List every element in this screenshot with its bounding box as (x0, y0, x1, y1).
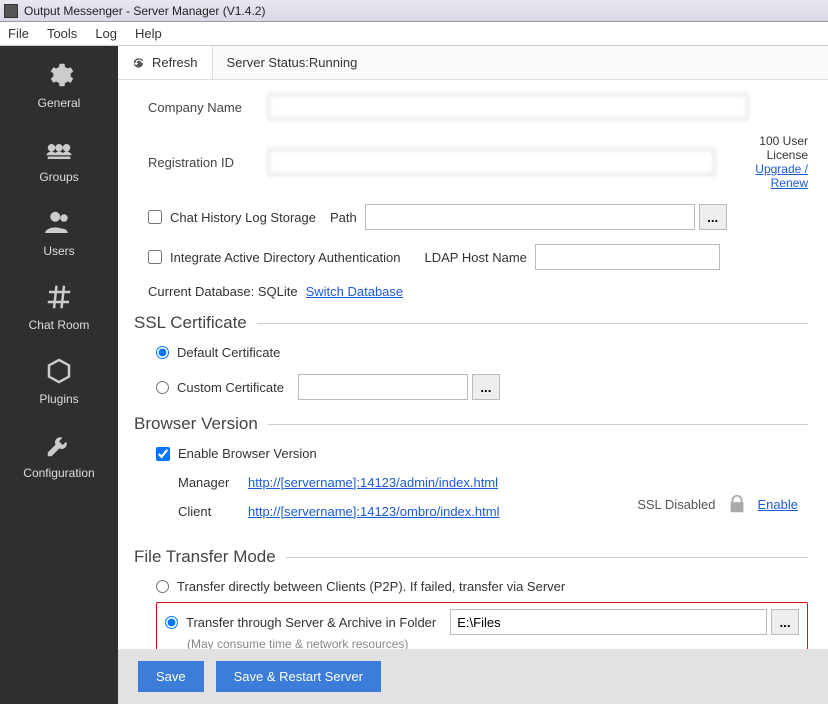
transfer-note: (May consume time & network resources) (187, 637, 799, 649)
divider (268, 424, 808, 425)
transfer-p2p-radio[interactable] (156, 580, 169, 593)
menu-tools[interactable]: Tools (47, 26, 77, 41)
status-value: Running (309, 55, 357, 70)
window-titlebar: Output Messenger - Server Manager (V1.4.… (0, 0, 828, 22)
refresh-button[interactable]: Refresh (118, 46, 213, 79)
sidebar-item-plugins[interactable]: Plugins (0, 342, 118, 416)
license-text: 100 User License (715, 134, 808, 162)
ssl-browse-button[interactable]: ... (472, 374, 500, 400)
adauth-label: Integrate Active Directory Authenticatio… (170, 250, 401, 265)
footer-bar: Save Save & Restart Server (118, 649, 828, 704)
sidebar-item-label: Users (43, 244, 74, 258)
sidebar-item-label: Configuration (23, 466, 94, 480)
client-url-link[interactable]: http://[servername]:14123/ombro/index.ht… (248, 504, 499, 519)
current-db-label: Current Database: SQLite (148, 284, 298, 299)
sidebar-item-label: Chat Room (29, 318, 90, 332)
server-status: Server Status: Running (213, 46, 372, 79)
enable-browser-label: Enable Browser Version (178, 446, 317, 461)
client-label: Client (178, 504, 248, 519)
sidebar-item-label: Plugins (39, 392, 78, 406)
registration-label: Registration ID (148, 155, 268, 170)
sidebar-item-groups[interactable]: Groups (0, 120, 118, 194)
content-pane: Refresh Server Status: Running Company N… (118, 46, 828, 704)
menu-file[interactable]: File (8, 26, 29, 41)
adauth-checkbox[interactable] (148, 250, 162, 264)
window-title: Output Messenger - Server Manager (V1.4.… (24, 4, 265, 18)
transfer-p2p-label: Transfer directly between Clients (P2P).… (177, 579, 565, 594)
sidebar-item-label: Groups (39, 170, 78, 184)
transfer-server-label: Transfer through Server & Archive in Fol… (186, 615, 436, 630)
company-label: Company Name (148, 100, 268, 115)
manager-url-link[interactable]: http://[servername]:14123/admin/index.ht… (248, 475, 498, 490)
content-toolbar: Refresh Server Status: Running (118, 46, 828, 80)
path-label: Path (330, 210, 357, 225)
transfer-browse-button[interactable]: ... (771, 609, 799, 635)
menubar: File Tools Log Help (0, 22, 828, 46)
registration-input[interactable] (268, 149, 715, 175)
lock-icon (726, 491, 748, 517)
chatlog-label: Chat History Log Storage (170, 210, 316, 225)
company-input[interactable] (268, 94, 748, 120)
groups-icon (44, 134, 74, 164)
refresh-icon (132, 56, 146, 70)
form-area: Company Name Registration ID 100 User Li… (118, 80, 828, 649)
app-icon (4, 4, 18, 18)
save-button[interactable]: Save (138, 661, 204, 692)
menu-log[interactable]: Log (95, 26, 117, 41)
chatlog-checkbox[interactable] (148, 210, 162, 224)
chatlog-path-input[interactable] (365, 204, 695, 230)
transfer-server-radio[interactable] (165, 616, 178, 629)
transfer-folder-input[interactable] (450, 609, 767, 635)
hash-icon (44, 282, 74, 312)
divider (257, 323, 808, 324)
status-label: Server Status: (227, 55, 309, 70)
sidebar-item-chatroom[interactable]: Chat Room (0, 268, 118, 342)
sidebar-item-general[interactable]: General (0, 46, 118, 120)
chatlog-browse-button[interactable]: ... (699, 204, 727, 230)
sidebar-item-configuration[interactable]: Configuration (0, 416, 118, 490)
ssl-cert-path-input[interactable] (298, 374, 468, 400)
sidebar: General Groups Users Chat Room Plugins C… (0, 46, 118, 704)
ldap-label: LDAP Host Name (425, 250, 527, 265)
enable-ssl-link[interactable]: Enable (758, 497, 798, 512)
manager-label: Manager (178, 475, 248, 490)
menu-help[interactable]: Help (135, 26, 162, 41)
ssl-default-label: Default Certificate (177, 345, 280, 360)
switch-db-link[interactable]: Switch Database (306, 284, 404, 299)
sidebar-item-label: General (38, 96, 81, 110)
upgrade-link[interactable]: Upgrade / Renew (755, 162, 808, 190)
sidebar-item-users[interactable]: Users (0, 194, 118, 268)
ssl-section-title: SSL Certificate (134, 313, 247, 333)
refresh-label: Refresh (152, 55, 198, 70)
ldap-host-input[interactable] (535, 244, 720, 270)
gear-icon (44, 60, 74, 90)
tools-icon (44, 430, 74, 460)
ssl-default-radio[interactable] (156, 346, 169, 359)
enable-browser-checkbox[interactable] (156, 447, 170, 461)
transfer-section-title: File Transfer Mode (134, 547, 276, 567)
ssl-custom-label: Custom Certificate (177, 380, 284, 395)
browser-section-title: Browser Version (134, 414, 258, 434)
users-icon (44, 208, 74, 238)
divider (286, 557, 808, 558)
save-restart-button[interactable]: Save & Restart Server (216, 661, 381, 692)
plugin-icon (44, 356, 74, 386)
ssl-custom-radio[interactable] (156, 381, 169, 394)
ssl-disabled-label: SSL Disabled (637, 497, 715, 512)
